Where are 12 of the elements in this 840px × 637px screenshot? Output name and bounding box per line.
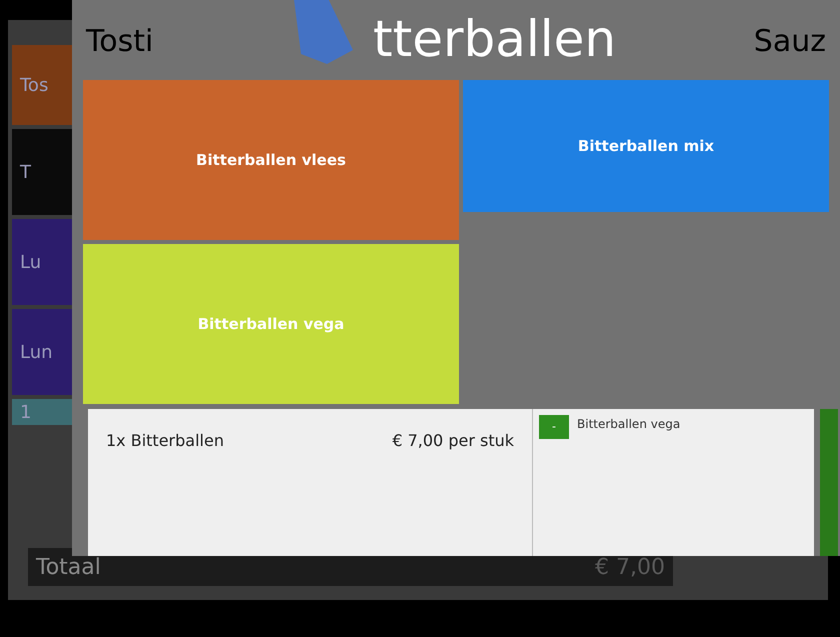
product-button[interactable]: Bitterballen mix: [463, 80, 829, 212]
order-item: 1x Bitterballen: [106, 430, 224, 452]
category-tab[interactable]: Tosti: [86, 19, 154, 64]
order-price: € 7,00 per stuk: [392, 430, 514, 452]
total-amount: € 7,00: [595, 554, 665, 582]
category-tab[interactable]: Sauz: [754, 19, 826, 64]
side-button[interactable]: [820, 409, 838, 556]
total-label: Totaal: [36, 554, 101, 582]
remove-button[interactable]: -: [539, 415, 569, 439]
dialog-title: tterballen: [372, 14, 616, 64]
product-button[interactable]: Bitterballen vlees: [83, 80, 459, 240]
option-label: Bitterballen vega: [577, 416, 680, 433]
